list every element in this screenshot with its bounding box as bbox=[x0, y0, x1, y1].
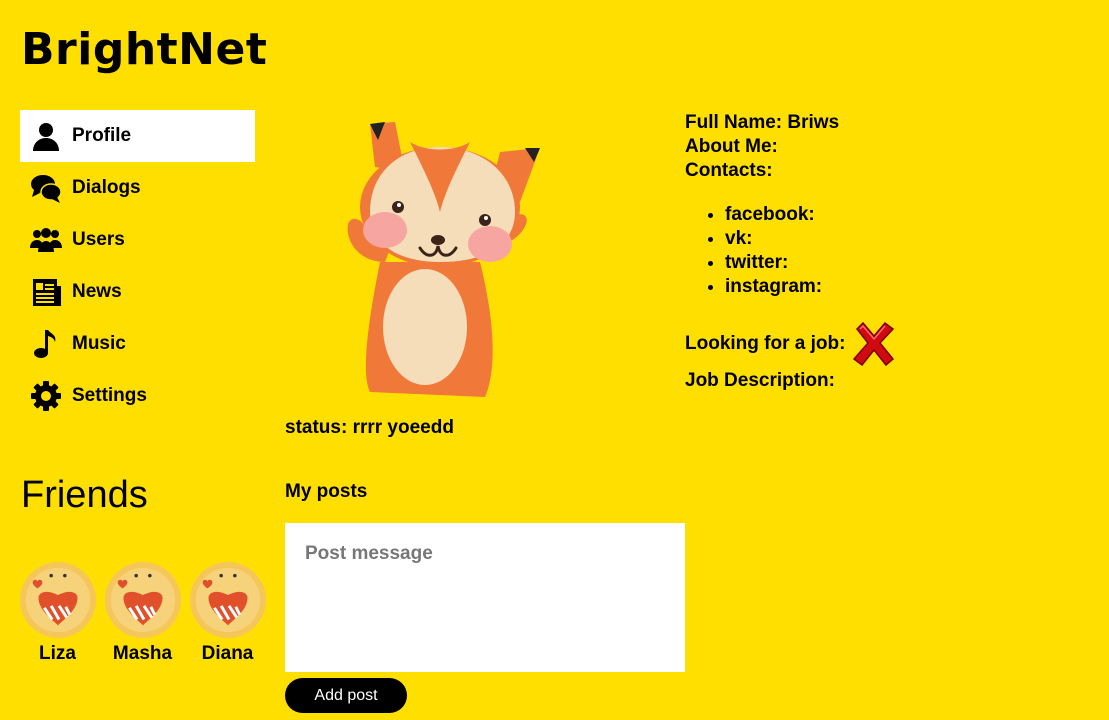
friends-list: Liza Masha Diana bbox=[15, 561, 270, 665]
nav-item-label: Music bbox=[72, 333, 126, 354]
nav-item-label: Dialogs bbox=[72, 177, 141, 198]
friend-avatar bbox=[19, 561, 96, 639]
nav-item-music[interactable]: Music bbox=[20, 318, 255, 370]
contact-item: facebook: bbox=[725, 203, 899, 227]
job-description: Job Description: bbox=[685, 370, 835, 391]
friend-item[interactable]: Diana bbox=[185, 561, 270, 665]
full-name: Full Name: Briws bbox=[685, 112, 840, 133]
nav-item-dialogs[interactable]: Dialogs bbox=[20, 162, 255, 214]
profile-info: Full Name: Briws About Me: Contacts: fac… bbox=[685, 111, 899, 393]
sidebar-nav: Profile Dialogs Users News Music Setting… bbox=[20, 110, 255, 422]
friend-name[interactable]: Liza bbox=[39, 643, 76, 665]
app-logo: BrightNet bbox=[21, 24, 268, 75]
friend-name[interactable]: Masha bbox=[113, 643, 172, 665]
post-message-input[interactable] bbox=[285, 523, 685, 672]
posts-title: My posts bbox=[285, 481, 368, 502]
looking-for-job: Looking for a job: bbox=[685, 319, 899, 369]
contact-item: instagram: bbox=[725, 275, 899, 299]
contacts-list: facebook: vk: twitter: instagram: bbox=[685, 203, 899, 299]
nav-item-label: Settings bbox=[72, 385, 147, 406]
music-note-icon bbox=[30, 328, 62, 360]
contact-item: twitter: bbox=[725, 251, 899, 275]
nav-item-news[interactable]: News bbox=[20, 266, 255, 318]
user-icon bbox=[30, 120, 62, 152]
looking-for-job-label: Looking for a job: bbox=[685, 333, 846, 354]
red-cross-icon bbox=[853, 321, 895, 367]
nav-item-label: Users bbox=[72, 229, 125, 250]
nav-item-settings[interactable]: Settings bbox=[20, 370, 255, 422]
contact-item: vk: bbox=[725, 227, 899, 251]
friend-item[interactable]: Masha bbox=[100, 561, 185, 665]
friend-name[interactable]: Diana bbox=[202, 643, 254, 665]
add-post-button[interactable]: Add post bbox=[285, 678, 407, 713]
friend-item[interactable]: Liza bbox=[15, 561, 100, 665]
fox-avatar bbox=[347, 122, 540, 397]
profile-status[interactable]: status: rrrr yoeedd bbox=[285, 417, 454, 439]
newspaper-icon bbox=[30, 276, 62, 308]
contacts-label: Contacts: bbox=[685, 160, 773, 181]
gear-icon bbox=[30, 380, 62, 412]
users-icon bbox=[30, 224, 62, 256]
friend-avatar bbox=[104, 561, 181, 639]
about-me: About Me: bbox=[685, 136, 778, 157]
friend-avatar bbox=[189, 561, 266, 639]
friends-title: Friends bbox=[21, 474, 148, 516]
nav-item-profile[interactable]: Profile bbox=[20, 110, 255, 162]
nav-item-label: News bbox=[72, 281, 122, 302]
chat-icon bbox=[30, 172, 62, 204]
nav-item-label: Profile bbox=[72, 125, 132, 146]
nav-item-users[interactable]: Users bbox=[20, 214, 255, 266]
